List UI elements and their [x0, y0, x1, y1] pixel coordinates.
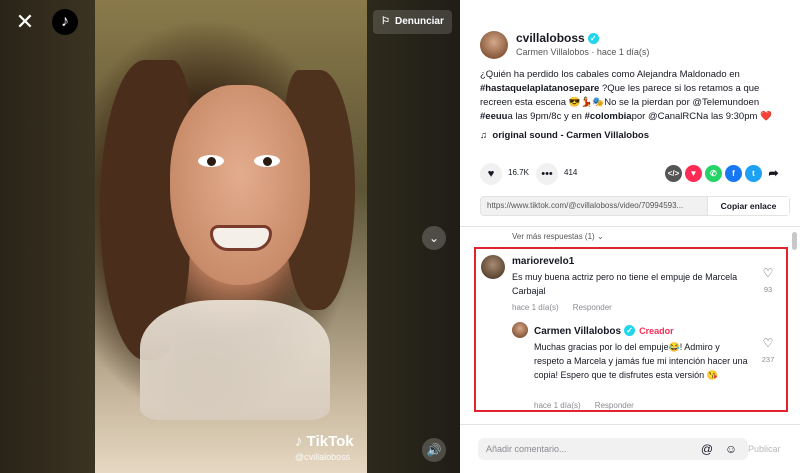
- embed-icon[interactable]: </>: [665, 165, 682, 182]
- divider: [460, 226, 800, 227]
- video-figure-eye: [254, 155, 280, 167]
- share-link-box: https://www.tiktok.com/@cvillaloboss/vid…: [480, 196, 790, 216]
- comment-composer: @ ☺: [478, 438, 748, 460]
- view-more-replies-label[interactable]: Ver más respuestas (1): [512, 232, 595, 241]
- verified-badge-icon: ✓: [624, 325, 636, 336]
- comment-author[interactable]: mariorevelo1: [512, 256, 574, 267]
- music-note-icon: ♫: [480, 130, 488, 141]
- hashtag-link[interactable]: #hastaquelaplatanosepare: [480, 83, 599, 94]
- comment-meta: hace 1 día(s) Responder: [534, 401, 634, 410]
- view-more-replies-link[interactable]: Ver más respuestas (1) ⌄: [512, 232, 604, 241]
- share-arrow-icon[interactable]: ➦: [765, 165, 782, 182]
- creator-badge: Creador: [639, 326, 674, 336]
- desc-text: a las 9pm/8c y en: [507, 111, 585, 122]
- video-watermark: ♪ TikTok @cvillaloboss: [295, 433, 354, 463]
- post-stats-bar: ♥ 16.7K ••• 414 </> ▼ ✆ f t ➦: [480, 163, 790, 185]
- comment-input[interactable]: [486, 438, 686, 460]
- video-figure-face: [170, 85, 310, 285]
- comment-count: 414: [564, 168, 578, 177]
- video-figure-mouth: [210, 225, 272, 251]
- mention-link[interactable]: @CanalRCN: [648, 111, 703, 122]
- comment-like-count: 237: [761, 355, 775, 364]
- emoji-icon[interactable]: ☺: [724, 442, 738, 456]
- verified-badge-icon: ✓: [587, 33, 599, 44]
- avatar[interactable]: [480, 31, 508, 59]
- chevron-down-icon: ⌄: [596, 232, 604, 241]
- flag-icon: ⚐: [381, 16, 390, 27]
- watermark-title-text: TikTok: [306, 433, 354, 450]
- video-frame[interactable]: [95, 0, 367, 473]
- post-details-panel: cvillaloboss ✓ Carmen Villalobos · hace 1…: [460, 0, 800, 473]
- comment-time: hace 1 día(s): [534, 401, 581, 410]
- send-icon[interactable]: ▼: [685, 165, 702, 182]
- mention-at-icon[interactable]: @: [700, 442, 714, 456]
- author-username-text[interactable]: cvillaloboss: [516, 31, 585, 45]
- author-username[interactable]: cvillaloboss ✓: [516, 31, 599, 45]
- post-description: ¿Quién ha perdido los cabales como Aleja…: [480, 68, 790, 124]
- tiktok-note-icon: ♪: [295, 433, 303, 450]
- close-icon[interactable]: ✕: [12, 9, 38, 35]
- comment-like-count: 93: [763, 285, 773, 294]
- desc-text: por: [631, 111, 648, 122]
- next-video-chevron-down-icon[interactable]: ⌄: [422, 226, 446, 250]
- author-subline: Carmen Villalobos · hace 1 día(s): [516, 47, 649, 57]
- reply-author-name[interactable]: Carmen Villalobos: [534, 326, 621, 337]
- divider: [460, 424, 800, 425]
- twitter-icon[interactable]: t: [745, 165, 762, 182]
- video-figure-eye: [198, 155, 224, 167]
- avatar[interactable]: [512, 322, 528, 338]
- mention-link[interactable]: @Telemundo: [692, 97, 748, 108]
- heart-icon[interactable]: ♥: [480, 163, 502, 185]
- facebook-icon[interactable]: f: [725, 165, 742, 182]
- desc-text: a las 9:30pm ❤️: [703, 111, 772, 122]
- desc-text: ¿Quién ha perdido los cabales como Aleja…: [480, 69, 740, 80]
- reply-button[interactable]: Responder: [573, 303, 612, 312]
- avatar[interactable]: [481, 255, 505, 279]
- subline-separator: ·: [588, 47, 597, 57]
- comment-like-heart-icon[interactable]: ♡: [758, 336, 778, 350]
- like-count: 16.7K: [508, 168, 529, 177]
- comment-time: hace 1 día(s): [512, 303, 559, 312]
- volume-icon[interactable]: 🔊: [422, 438, 446, 462]
- tiktok-logo-icon[interactable]: ♪: [52, 9, 78, 35]
- tiktok-post-view: ✕ ♪ ⚐ Denunciar ⌄ ♪ TikTok @cvillaloboss …: [0, 0, 800, 473]
- hashtag-link[interactable]: #eeuu: [480, 111, 507, 122]
- comment-author[interactable]: Carmen Villalobos ✓ Creador: [534, 325, 674, 337]
- post-time: hace 1 día(s): [596, 47, 650, 57]
- report-button[interactable]: ⚐ Denunciar: [373, 10, 452, 34]
- share-link-url[interactable]: https://www.tiktok.com/@cvillaloboss/vid…: [487, 201, 703, 210]
- comments-scrollbar[interactable]: [792, 232, 797, 250]
- report-label: Denunciar: [394, 16, 444, 27]
- video-figure-collar: [140, 300, 330, 420]
- reply-button[interactable]: Responder: [595, 401, 634, 410]
- comment-text: Muchas gracias por lo del empuje😂! Admir…: [534, 342, 748, 380]
- watermark-user: @cvillaloboss: [295, 452, 351, 462]
- sound-title[interactable]: original sound - Carmen Villalobos: [492, 130, 649, 141]
- sound-link[interactable]: ♫ original sound - Carmen Villalobos: [480, 130, 649, 141]
- video-player[interactable]: ✕ ♪ ⚐ Denunciar ⌄ ♪ TikTok @cvillaloboss …: [0, 0, 460, 473]
- comment-meta: hace 1 día(s) Responder: [512, 303, 612, 312]
- comment-icon[interactable]: •••: [536, 163, 558, 185]
- whatsapp-icon[interactable]: ✆: [705, 165, 722, 182]
- desc-text: en: [748, 97, 760, 108]
- comment-text: Es muy buena actriz pero no tiene el emp…: [512, 272, 738, 296]
- hashtag-link[interactable]: #colombia: [585, 111, 632, 122]
- comment-like-heart-icon[interactable]: ♡: [758, 266, 778, 280]
- copy-link-button[interactable]: Copiar enlace: [707, 197, 789, 215]
- post-comment-button[interactable]: Publicar: [748, 444, 781, 454]
- author-display-name: Carmen Villalobos: [516, 47, 589, 57]
- watermark-title: ♪ TikTok: [295, 433, 354, 451]
